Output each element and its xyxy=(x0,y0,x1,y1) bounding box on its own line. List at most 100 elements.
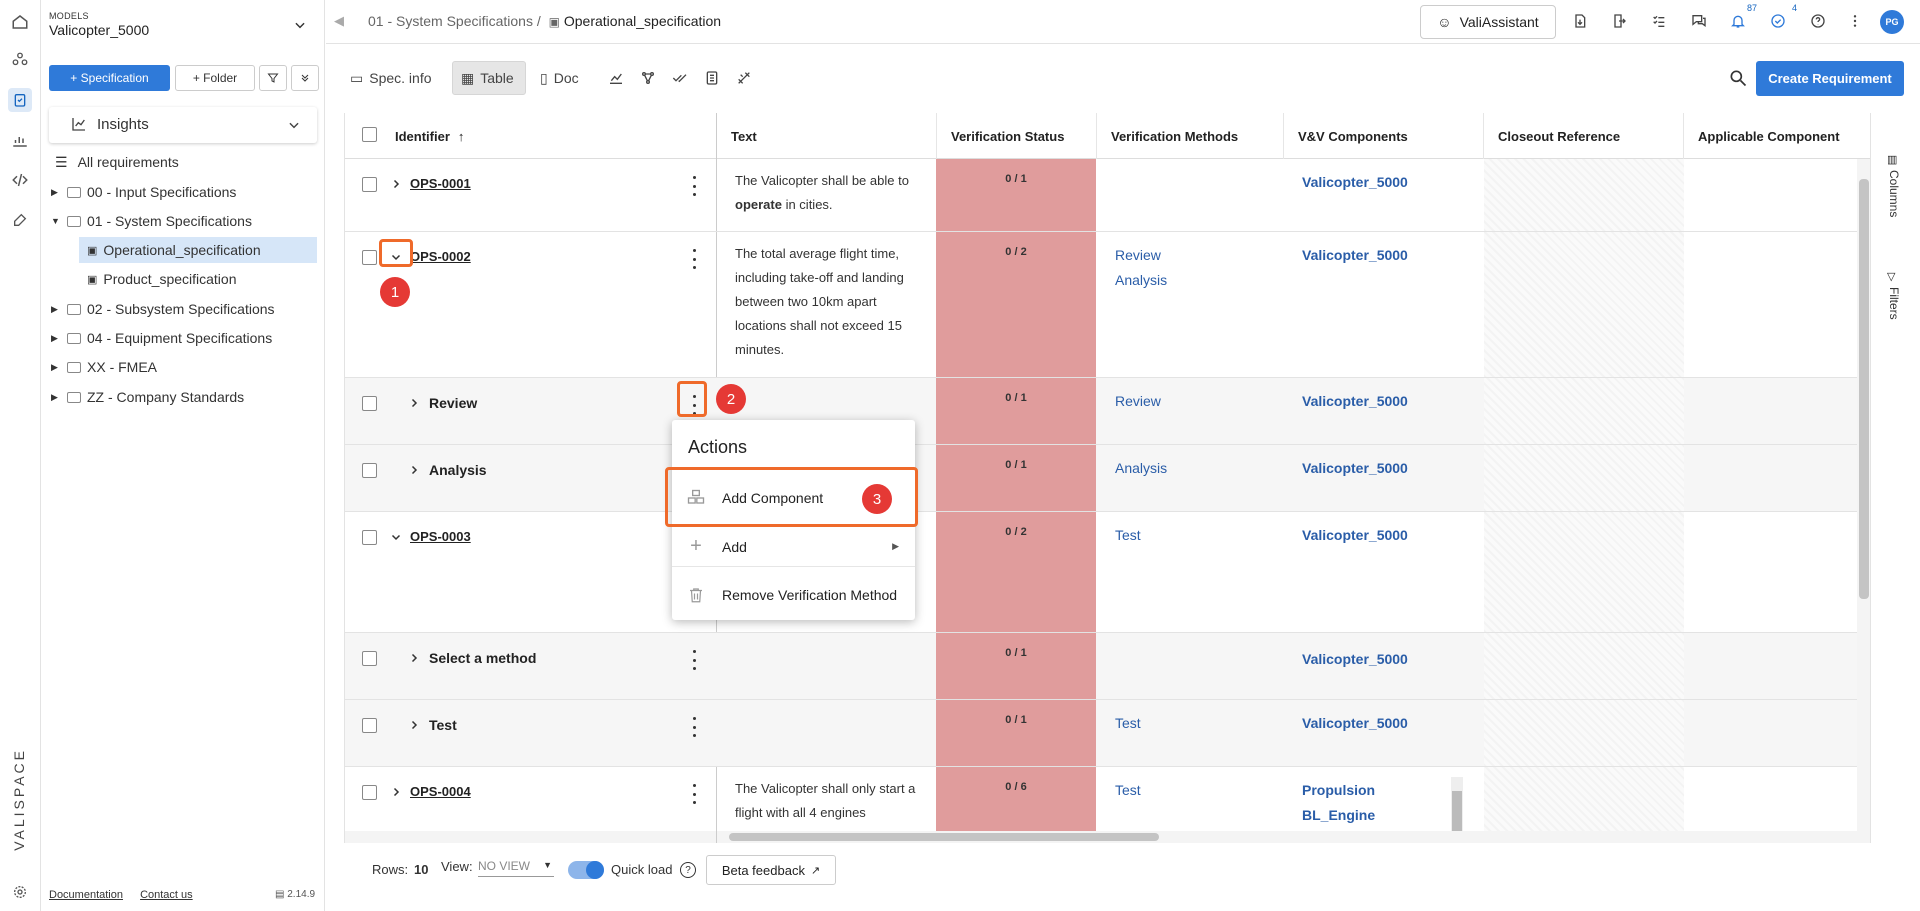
requirement-identifier[interactable]: OPS-0004 xyxy=(410,784,471,799)
collapse-panel-icon[interactable]: ◀ xyxy=(334,13,344,29)
vv-component-link[interactable]: Valicopter_5000 xyxy=(1302,647,1408,672)
insights-dropdown[interactable]: Insights xyxy=(49,107,317,143)
vertical-scrollbar-thumb[interactable] xyxy=(1859,179,1869,599)
tab-doc[interactable]: ▯ Doc xyxy=(532,61,587,95)
verification-method-link[interactable]: Review xyxy=(1115,243,1167,268)
beta-feedback-button[interactable]: Beta feedback ↗ xyxy=(706,855,836,885)
verification-status-cell[interactable]: 0 / 2 xyxy=(936,512,1096,632)
verification-status-cell[interactable]: 0 / 1 xyxy=(936,633,1096,699)
table-row[interactable]: Test 0 / 1 Test Valicopter_5000 xyxy=(345,700,1871,767)
chevron-down-icon[interactable] xyxy=(293,18,307,32)
verification-method-link[interactable]: Test xyxy=(1115,523,1141,548)
expand-all-button[interactable] xyxy=(291,65,319,91)
vv-component-link[interactable]: Valicopter_5000 xyxy=(1302,389,1408,414)
verification-status-cell[interactable]: 0 / 1 xyxy=(936,700,1096,766)
contact-us-link[interactable]: Contact us xyxy=(140,889,193,901)
tab-form-icon[interactable] xyxy=(696,61,728,95)
column-header-vv-components[interactable]: V&V Components xyxy=(1283,113,1483,159)
create-requirement-button[interactable]: Create Requirement xyxy=(1756,61,1904,96)
search-icon[interactable] xyxy=(1728,68,1748,91)
vv-component-link[interactable]: Valicopter_5000 xyxy=(1302,711,1408,736)
verification-method-name[interactable]: Review xyxy=(429,395,477,411)
row-checkbox[interactable] xyxy=(362,177,377,192)
table-row[interactable]: Select a method 0 / 1 Valicopter_5000 xyxy=(345,633,1871,700)
verification-method-link[interactable]: Test xyxy=(1115,778,1141,803)
row-actions-kebab-icon[interactable] xyxy=(690,717,698,737)
vv-component-link[interactable]: Propulsion xyxy=(1302,778,1375,803)
requirement-identifier[interactable]: OPS-0003 xyxy=(410,529,471,544)
quick-load-toggle[interactable] xyxy=(568,861,604,879)
tree-item-system-specifications[interactable]: ▼ 01 - System Specifications xyxy=(41,208,325,234)
more-vertical-icon[interactable] xyxy=(1844,10,1866,32)
filter-button[interactable] xyxy=(259,65,287,91)
column-header-applicable-component[interactable]: Applicable Component xyxy=(1683,113,1871,159)
chevron-right-icon[interactable] xyxy=(408,652,420,664)
requirement-text[interactable]: The Valicopter shall only start a flight… xyxy=(735,777,925,825)
verification-status-cell[interactable]: 0 / 2 xyxy=(936,232,1096,377)
sort-ascending-icon[interactable]: ↑ xyxy=(458,129,465,144)
user-avatar[interactable]: PG xyxy=(1880,10,1904,34)
import-icon[interactable] xyxy=(1569,10,1591,32)
filters-toggle[interactable]: ▽ Filters xyxy=(1887,270,1901,323)
chevron-right-icon[interactable] xyxy=(408,397,420,409)
view-select[interactable]: NO VIEW ▼ xyxy=(478,859,554,877)
vv-component-link[interactable]: Valicopter_5000 xyxy=(1302,523,1408,548)
requirement-identifier[interactable]: OPS-0001 xyxy=(410,176,471,191)
analytics-icon[interactable] xyxy=(8,128,32,152)
verification-status-cell[interactable]: 0 / 1 xyxy=(936,378,1096,444)
verification-method-link[interactable]: Review xyxy=(1115,389,1161,414)
vertical-scrollbar[interactable] xyxy=(1857,159,1871,831)
row-actions-kebab-icon[interactable] xyxy=(690,650,698,670)
expand-triangle-icon[interactable]: ▶ xyxy=(51,362,61,373)
horizontal-scrollbar[interactable] xyxy=(717,831,1871,843)
horizontal-scrollbar-thumb[interactable] xyxy=(729,833,1159,841)
expand-triangle-icon[interactable]: ▶ xyxy=(51,304,61,315)
vv-component-link[interactable]: Valicopter_5000 xyxy=(1302,243,1408,268)
verification-method-name[interactable]: Analysis xyxy=(429,462,487,478)
verification-method-name[interactable]: Select a method xyxy=(429,650,536,666)
vv-component-link[interactable]: Valicopter_5000 xyxy=(1302,170,1408,195)
code-icon[interactable] xyxy=(8,168,32,192)
tree-item-equipment-specifications[interactable]: ▶ 04 - Equipment Specifications xyxy=(41,325,325,351)
column-header-verification-status[interactable]: Verification Status xyxy=(936,113,1096,159)
row-checkbox[interactable] xyxy=(362,463,377,478)
model-selector[interactable]: Valicopter_5000 xyxy=(49,22,149,38)
home-icon[interactable] xyxy=(8,10,32,34)
vv-component-link[interactable]: BL_Engine xyxy=(1302,803,1375,828)
column-header-verification-methods[interactable]: Verification Methods xyxy=(1096,113,1283,159)
select-all-checkbox[interactable] xyxy=(362,127,377,142)
help-icon[interactable]: ? xyxy=(680,862,696,878)
breadcrumb-parent[interactable]: 01 - System Specifications / xyxy=(368,13,541,29)
checklist-icon[interactable] xyxy=(1648,10,1670,32)
chevron-right-icon[interactable] xyxy=(390,786,402,798)
vv-component-link[interactable]: Valicopter_5000 xyxy=(1302,456,1408,481)
tab-spec-info[interactable]: ▭ Spec. info xyxy=(342,61,440,95)
chevron-down-icon[interactable] xyxy=(390,531,402,543)
table-row[interactable]: OPS-0002 The total average flight time, … xyxy=(345,232,1871,378)
tree-item-company-standards[interactable]: ▶ ZZ - Company Standards xyxy=(41,384,325,410)
tab-table[interactable]: ▦ Table xyxy=(452,61,526,95)
collapse-triangle-icon[interactable]: ▼ xyxy=(51,216,61,226)
column-header-text[interactable]: Text xyxy=(716,113,936,159)
requirements-icon[interactable] xyxy=(8,88,32,112)
tree-item-all-requirements[interactable]: ☰ All requirements xyxy=(41,149,325,175)
tree-item-subsystem-specifications[interactable]: ▶ 02 - Subsystem Specifications xyxy=(41,296,325,322)
chevron-right-icon[interactable] xyxy=(408,719,420,731)
row-checkbox[interactable] xyxy=(362,651,377,666)
row-checkbox[interactable] xyxy=(362,530,377,545)
row-actions-kebab-icon[interactable] xyxy=(690,784,698,804)
tab-verification-icon[interactable] xyxy=(664,61,696,95)
table-row[interactable]: Analysis 0 / 1 Analysis Valicopter_5000 xyxy=(345,445,1871,512)
chevron-right-icon[interactable] xyxy=(408,464,420,476)
row-checkbox[interactable] xyxy=(362,718,377,733)
requirement-identifier[interactable]: OPS-0002 xyxy=(410,249,471,264)
column-header-identifier[interactable]: Identifier ↑ xyxy=(381,113,716,159)
verification-methods-cell[interactable]: Review Analysis xyxy=(1115,243,1167,293)
add-folder-button[interactable]: + Folder xyxy=(175,65,255,91)
tree-item-input-specifications[interactable]: ▶ 00 - Input Specifications xyxy=(41,179,325,205)
verification-status-cell[interactable]: 0 / 1 xyxy=(936,159,1096,231)
row-actions-kebab-icon[interactable] xyxy=(690,249,698,269)
expand-triangle-icon[interactable]: ▶ xyxy=(51,333,61,344)
help-icon[interactable] xyxy=(1807,10,1829,32)
expand-triangle-icon[interactable]: ▶ xyxy=(51,187,61,198)
